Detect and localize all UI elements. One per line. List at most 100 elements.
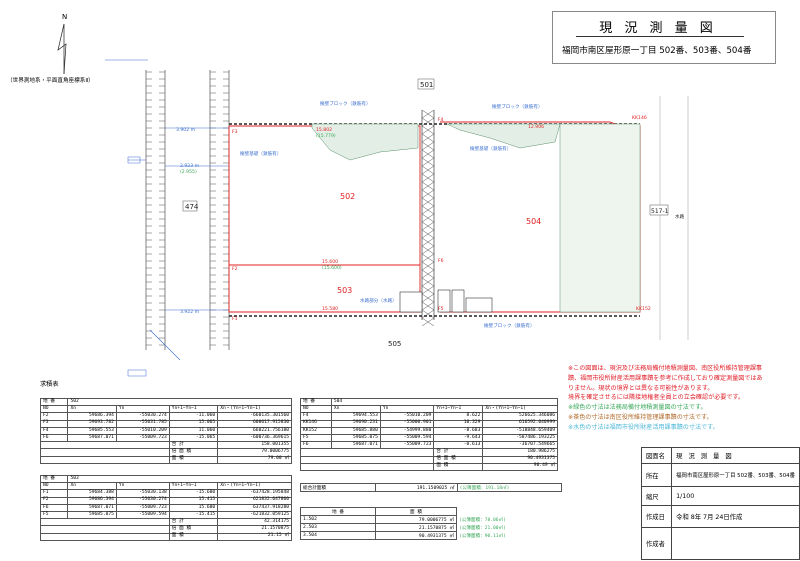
point-kk152: KK152	[636, 306, 651, 312]
info-scale: 1/100	[671, 486, 800, 506]
dim-d1: 15.802	[316, 127, 332, 133]
cell: 660221.756180	[217, 426, 292, 435]
cell: KK152	[300, 426, 332, 435]
note-line: ※茶色の寸法は南区役所維持管理課事蹟の寸法です。	[568, 413, 713, 421]
double-value: 79.0006775	[217, 448, 292, 457]
note-line: ※緑色の寸法は法務局備付地積測量図の寸法です。	[568, 404, 707, 412]
point-kk146: KK146	[632, 115, 647, 121]
cell: F2	[39, 496, 69, 505]
left-dimension-lines	[105, 59, 229, 361]
info-author-label: 作成者	[640, 527, 673, 560]
point-f5: F5	[438, 306, 444, 312]
col-head: Yn	[379, 405, 435, 414]
col-head: Yn+1−Yn−1	[168, 482, 219, 491]
cell: F6	[39, 503, 69, 512]
north-arrow-icon	[57, 23, 67, 75]
sum-label: 合 計	[168, 441, 219, 450]
cell: -55009.594	[379, 433, 435, 443]
cell: -55009.723	[115, 503, 170, 512]
table-title: 求積表	[40, 381, 59, 388]
dim-b2b: (2.955)	[180, 169, 197, 175]
cell: -55009.723	[379, 441, 435, 450]
cell: 1.502	[300, 515, 376, 524]
sum-label: 合 計	[168, 518, 219, 527]
info-name-label: 図面名	[640, 447, 673, 464]
sum-value: 158.001355	[217, 441, 292, 450]
cell: (公簿面積：78.06㎡)	[458, 517, 506, 523]
cell: -55010.209	[115, 426, 170, 435]
structures	[399, 289, 493, 313]
dim-d3b: (15.600)	[322, 265, 342, 271]
info-date-label: 作成日	[640, 505, 673, 528]
cell: -54999.880	[379, 426, 435, 435]
cell: -621832.059125	[217, 510, 292, 520]
col-head: Xn・(Yn+1−Yn−1)	[217, 482, 292, 491]
table-row: F2 59686.394 -55030.274 -11.060 -660135.3015…	[39, 412, 292, 421]
info-author	[671, 527, 800, 560]
table-row: F6 59687.071 -55009.723 -0.613 -36707.549665	[300, 441, 558, 450]
cell: F1	[39, 489, 69, 498]
parcel-504: 504	[526, 217, 541, 226]
area-label: 面 積	[433, 462, 484, 471]
point-f1: F1	[232, 316, 238, 322]
cell: 621832.647860	[217, 496, 292, 505]
info-scale-label: 縮尺	[640, 486, 673, 506]
info-loc-label: 所在	[640, 463, 673, 487]
marker-box-2	[127, 369, 147, 377]
block-label-1: 擁壁ブロック（鉄筋有）	[320, 100, 371, 107]
col-head: Xn・(Yn+1−Yn−1)	[482, 405, 558, 414]
cell: 3.504	[300, 531, 376, 540]
dim-b3: 3.922 m	[180, 309, 200, 315]
area-table-504: 地 番 504 NO Xn Yn Yn+1−Yn−1 Xn・(Yn+1−Yn−1)…	[299, 397, 559, 471]
summary-head-1: 地 番	[300, 507, 376, 516]
table-row: F6 59687.071 -55009.723 -15.065 -600736.3696…	[39, 433, 292, 443]
cell: F6	[300, 441, 332, 450]
cell: -15.065	[168, 433, 219, 443]
fence-label-2: 擁壁基礎（鉄筋有）	[470, 145, 511, 152]
table-row: F5 59685.075 -55009.594 -15.415 -621832.0591…	[39, 510, 292, 520]
cell: -587486.193225	[482, 433, 558, 443]
table-row: F4 59685.553 -55010.209 11.060 660221.756180	[39, 426, 292, 435]
table-row: KK152 59685.880 -54999.880 -8.683 -518848.65…	[300, 426, 558, 435]
area-value: 21.15 ㎡	[217, 532, 292, 541]
note-line: りません。現状の境界とは異なる可能性があります。	[568, 384, 714, 392]
info-loc: 福岡市南区屋形原一丁目 502番、503番、504番	[671, 463, 800, 487]
col-head: Xn	[330, 405, 381, 414]
cell: 59686.394	[67, 496, 117, 505]
area-value: 90.49 ㎡	[482, 462, 558, 471]
parcel-502: 502	[340, 192, 355, 201]
area-table-503: 地 番 503 NO Xn Yn Yn+1−Yn−1 Xn・(Yn+1−Yn−1)…	[39, 474, 292, 541]
cell: 59687.071	[330, 441, 381, 450]
table-row: 3.504 90.4931375 ㎡ (公簿面積：90.11㎡)	[300, 531, 562, 540]
label-chiban: 地 番	[39, 397, 69, 407]
total-note: (公簿面積：191.18㎡)	[457, 483, 563, 492]
cell: -55031.785	[115, 419, 170, 428]
parcel-474: 474	[185, 203, 199, 211]
table-row: F3 59693.782 -55031.785 15.065 600617.915830	[39, 419, 292, 428]
cell: 59685.075	[330, 433, 381, 443]
lattice-hatch	[421, 109, 435, 327]
double-label: 倍 面 積	[168, 525, 219, 534]
cell: 59685.553	[67, 426, 117, 435]
cell: -55010.209	[379, 412, 435, 421]
area-label: 面 積	[168, 455, 219, 464]
block-label-2: 擁壁ブロック（鉄筋有）	[492, 103, 543, 110]
table-503-label: 503	[67, 474, 292, 484]
parcel-517: 517-1	[651, 208, 669, 215]
block-label-3: 擁壁ブロック（鉄筋有）	[484, 322, 535, 329]
cell: -600736.369615	[217, 433, 292, 443]
cell: -15.680	[168, 489, 219, 498]
cell: 90.4931375 ㎡	[375, 531, 457, 540]
cell: 10.329	[433, 419, 484, 428]
road-label: 水路	[675, 213, 685, 220]
parcel-area-table: 地 番 面 積 1.502 79.0006775 ㎡ (公簿面積：78.06㎡) 2…	[300, 507, 562, 540]
cell: -55030.138	[115, 489, 170, 498]
col-head: NO	[39, 405, 69, 414]
col-head: Xn	[67, 482, 117, 491]
table-504-label: 504	[330, 397, 559, 407]
table-row: F5 59685.075 -55009.594 -9.643 -587486.19322…	[300, 433, 558, 443]
cell: 59690.231	[330, 419, 381, 428]
point-f3: F3	[232, 129, 238, 135]
cell: 59685.880	[330, 426, 381, 435]
note-line: 蹟、福岡市役所財産活用課事蹟を参考に作成しており確定測量図ではあ	[568, 374, 763, 382]
